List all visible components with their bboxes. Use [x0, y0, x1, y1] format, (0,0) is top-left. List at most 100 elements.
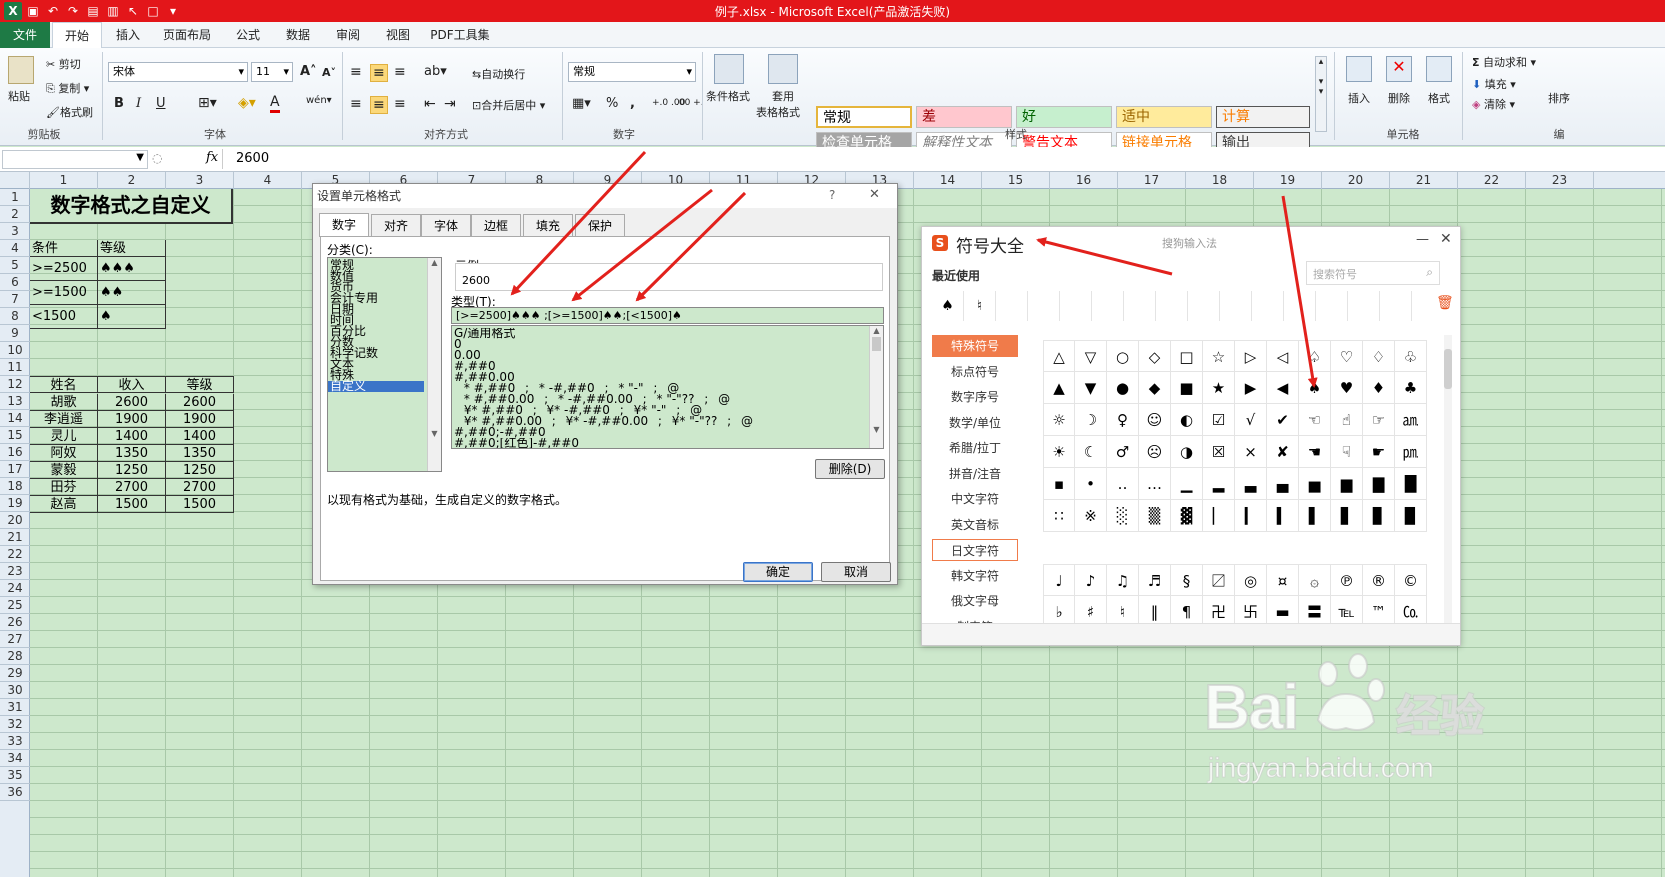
table-row-cell[interactable]: 灵儿 [30, 428, 98, 445]
cancel-button[interactable]: 取消 [821, 562, 891, 582]
format-list[interactable]: G/通用格式 0 0.00 #,##0 #,##0.00 _ * #,##0_ ;_ * … [451, 325, 884, 449]
dialog-tab[interactable]: 保护 [575, 214, 625, 236]
row-header[interactable]: 12 [0, 376, 30, 393]
symbol-category[interactable]: 俄文字母 [932, 590, 1018, 612]
align-middle-icon[interactable]: ≡ [370, 64, 388, 82]
symbol-cell[interactable]: ☝ [1331, 404, 1363, 436]
symbol-cell[interactable]: ☟ [1331, 436, 1363, 468]
symbol-cell[interactable]: ▽ [1075, 340, 1107, 372]
font-size-select[interactable]: 11 ▾ [251, 62, 293, 82]
recent-symbol-slot[interactable] [1028, 291, 1060, 321]
column-header[interactable]: 2 [98, 172, 166, 189]
symbol-cell[interactable]: ▊ [1363, 500, 1395, 532]
symbol-cell[interactable]: ☑ [1203, 404, 1235, 436]
recent-symbol-slot[interactable]: ♠ [932, 291, 964, 321]
symbol-cell[interactable]: ▇ [1363, 468, 1395, 500]
symbol-category[interactable]: 中文字符 [932, 488, 1018, 510]
symbol-cell[interactable]: ◆ [1139, 372, 1171, 404]
condition-cell[interactable]: ♠♠ [98, 281, 166, 305]
row-header[interactable]: 29 [0, 665, 30, 682]
symbol-cell[interactable]: ♬ [1139, 564, 1171, 596]
column-header[interactable]: 15 [982, 172, 1050, 189]
symbol-cell[interactable]: ۞ [1299, 564, 1331, 596]
symbol-cell[interactable]: ✘ [1267, 436, 1299, 468]
symbol-cell[interactable]: ■ [1171, 372, 1203, 404]
category-list[interactable]: 常规 数值 货币 会计专用 日期 时间 百分比 分数 科学记数 文本 特殊 自定义 ▲ ▼ [327, 257, 442, 472]
recent-symbol-slot[interactable] [1124, 291, 1156, 321]
symbol-cell[interactable]: ☹ [1139, 436, 1171, 468]
table-format-label-2[interactable]: 表格格式 [756, 104, 800, 120]
recent-symbol-slot[interactable] [1060, 291, 1092, 321]
orientation-icon[interactable]: ab▾ [424, 64, 447, 79]
comma-button[interactable]: , [630, 96, 635, 111]
condition-header[interactable]: 等级 [98, 240, 166, 257]
phonetic-icon[interactable]: wén▾ [306, 95, 332, 106]
fill-color-icon[interactable]: ◈▾ [238, 95, 256, 111]
ok-button[interactable]: 确定 [743, 562, 813, 582]
row-header[interactable]: 7 [0, 291, 30, 308]
symbol-cell[interactable]: ♂ [1107, 436, 1139, 468]
condition-header[interactable]: 条件 [30, 240, 98, 257]
symbol-cell[interactable]: § [1171, 564, 1203, 596]
symbol-cell[interactable]: ▄ [1267, 468, 1299, 500]
row-header[interactable]: 20 [0, 512, 30, 529]
tab-view[interactable]: 视图 [376, 22, 420, 48]
format-item[interactable]: #,##0 [452, 361, 864, 372]
conditional-format-button[interactable]: 条件格式 [706, 88, 750, 104]
tab-pdf-tools[interactable]: PDF工具集 [426, 22, 494, 48]
cell-style-3[interactable]: 适中 [1116, 106, 1212, 128]
sheet-title[interactable]: 数字格式之自定义 [30, 189, 233, 224]
merge-center-button[interactable]: ⊡合并后居中 ▾ [472, 97, 545, 113]
panel-close-button[interactable]: ✕ [1440, 231, 1452, 247]
recent-symbol-slot[interactable] [996, 291, 1028, 321]
symbol-cell[interactable]: ● [1107, 372, 1139, 404]
symbol-cell[interactable]: ◎ [1235, 564, 1267, 596]
grow-font-button[interactable]: A˄ [300, 64, 317, 79]
table-format-icon[interactable] [768, 54, 798, 84]
table-header[interactable]: 收入 [98, 376, 166, 393]
symbol-cell[interactable]: ♦ [1363, 372, 1395, 404]
format-item[interactable]: #,##0;-#,##0 [452, 427, 864, 438]
row-header[interactable]: 30 [0, 682, 30, 699]
symbol-cell[interactable]: ▅ [1299, 468, 1331, 500]
symbol-cell[interactable]: ◇ [1139, 340, 1171, 372]
row-header[interactable]: 35 [0, 767, 30, 784]
symbol-cell[interactable]: × [1235, 436, 1267, 468]
format-item[interactable]: #,##0.00 [452, 372, 864, 383]
row-header[interactable]: 34 [0, 750, 30, 767]
symbol-cell[interactable]: ▲ [1043, 372, 1075, 404]
row-header[interactable]: 31 [0, 699, 30, 716]
condition-cell[interactable]: ♠ [98, 305, 166, 329]
recent-symbol-slot[interactable] [1316, 291, 1348, 321]
format-item[interactable]: #,##0;[红色]-#,##0 [452, 438, 864, 448]
column-header[interactable]: 22 [1458, 172, 1526, 189]
symbol-cell[interactable]: ◐ [1171, 404, 1203, 436]
symbol-category[interactable]: 拼音/注音 [932, 463, 1018, 485]
row-header[interactable]: 23 [0, 563, 30, 580]
symbol-cell[interactable]: ☜ [1299, 404, 1331, 436]
symbol-cell[interactable]: √ [1235, 404, 1267, 436]
row-header[interactable]: 14 [0, 410, 30, 427]
recent-symbol-slot[interactable] [1284, 291, 1316, 321]
minimize-button[interactable]: — [1416, 232, 1429, 247]
table-row-cell[interactable]: 阿奴 [30, 445, 98, 462]
format-item[interactable]: _ * #,##0.00_ ;_ * -#,##0.00_ ;_ * "-"??… [452, 394, 864, 405]
copy-button[interactable]: ⎘ 复制 ▾ [46, 80, 89, 96]
symbol-cell[interactable]: ☺ [1139, 404, 1171, 436]
recent-symbol-slot[interactable] [1252, 291, 1284, 321]
column-header[interactable]: 16 [1050, 172, 1118, 189]
insert-cell-icon[interactable] [1346, 56, 1372, 82]
font-name-select[interactable]: 宋体 ▾ [108, 62, 248, 82]
tab-page-layout[interactable]: 页面布局 [156, 22, 218, 48]
symbol-cell[interactable]: ℗ [1331, 564, 1363, 596]
symbol-cell[interactable]: ☽ [1075, 404, 1107, 436]
table-row-cell[interactable]: 1250 [98, 462, 166, 479]
symbol-cell[interactable]: ★ [1203, 372, 1235, 404]
symbol-cell[interactable]: 〼 [1203, 564, 1235, 596]
gallery-scroll[interactable]: ▴ ▾ ▾ [1315, 56, 1327, 132]
symbol-cell[interactable]: … [1139, 468, 1171, 500]
symbol-cell[interactable]: • [1075, 468, 1107, 500]
column-header[interactable]: 20 [1322, 172, 1390, 189]
symbol-cell[interactable]: ☛ [1363, 436, 1395, 468]
tab-data[interactable]: 数据 [276, 22, 320, 48]
